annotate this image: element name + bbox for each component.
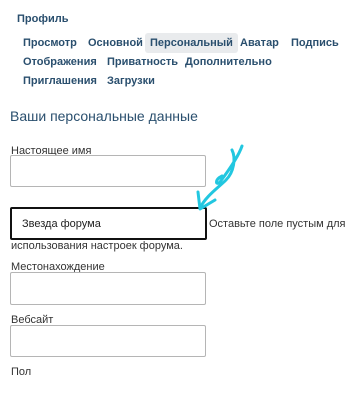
annotation-arrow-icon [196, 144, 244, 211]
